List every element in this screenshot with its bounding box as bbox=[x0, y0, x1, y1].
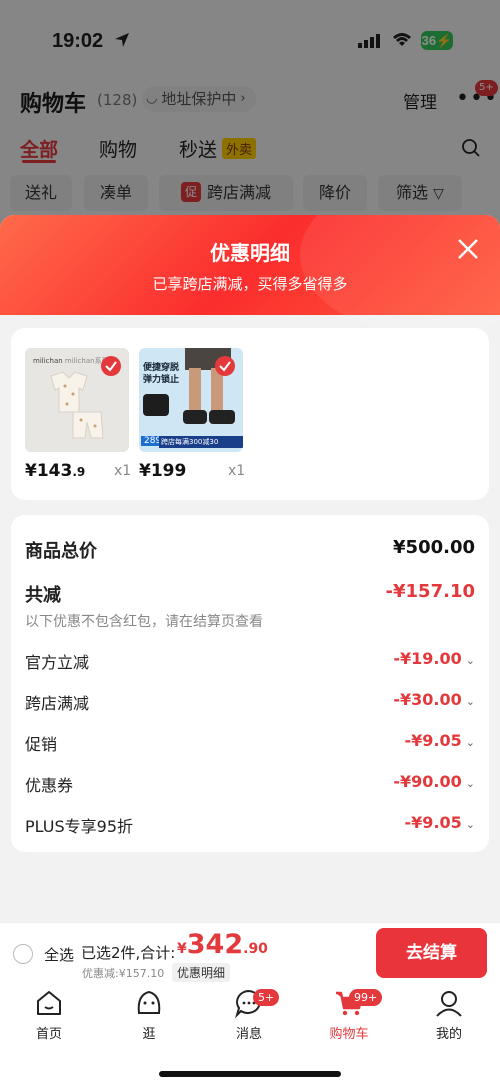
checkout-bar: 全选 已选2件,合计: ¥342.90 优惠减:¥157.10 优惠明细 去结算 bbox=[0, 922, 500, 982]
tab-label: 我的 bbox=[435, 1027, 462, 1042]
discount-value: -¥90.00 bbox=[393, 772, 462, 791]
selected-check-icon[interactable] bbox=[101, 356, 121, 376]
sheet-title: 优惠明细 bbox=[210, 241, 290, 265]
price-summary-card: 商品总价 ¥500.00 共减 -¥157.10 以下优惠不包含红包，请在结算页… bbox=[11, 515, 489, 852]
tab-profile[interactable]: 我的 bbox=[419, 987, 479, 1047]
selected-check-icon[interactable] bbox=[215, 356, 235, 376]
product-qty-1: x1 bbox=[114, 463, 132, 479]
chevron-down-icon: ⌄ bbox=[465, 736, 475, 749]
selected-count-label: 已选2件,合计: bbox=[81, 944, 176, 962]
discount-row-coupon[interactable]: 优惠券 -¥90.00 ⌄ bbox=[25, 772, 475, 796]
discount-label: 官方立减 bbox=[25, 653, 90, 672]
checkout-button[interactable]: 去结算 bbox=[376, 928, 487, 978]
discount-note: 以下优惠不包含红包，请在结算页查看 bbox=[25, 614, 263, 630]
product-text-1: 便捷穿脱 弹力锁止 bbox=[143, 363, 180, 385]
tab-label: 消息 bbox=[235, 1027, 262, 1042]
pajama-set-illustration bbox=[50, 371, 104, 439]
product-image-2[interactable]: 便捷穿脱 弹力锁止 289 跨店每满300减30 bbox=[139, 348, 243, 452]
discount-label: 促销 bbox=[25, 735, 58, 754]
product-image-1[interactable]: milichan milichan系列 bbox=[25, 348, 129, 452]
discount-value: -¥9.05 bbox=[404, 731, 462, 750]
total-price: ¥342.90 bbox=[177, 929, 268, 960]
chevron-down-icon: ⌄ bbox=[465, 695, 475, 708]
face-icon bbox=[137, 990, 161, 1014]
sheet-header: 优惠明细 已享跨店满减，买得多省得多 bbox=[0, 215, 500, 335]
reduce-label: 共减 bbox=[25, 585, 61, 606]
discount-value: -¥9.05 bbox=[404, 813, 462, 832]
product-brand: milichan milichan系列 bbox=[33, 357, 109, 365]
discount-row-cross-store[interactable]: 跨店满减 -¥30.00 ⌄ bbox=[25, 690, 475, 714]
cart-badge: 99+ bbox=[349, 989, 383, 1006]
select-all-radio[interactable] bbox=[13, 944, 33, 964]
chevron-down-icon: ⌄ bbox=[465, 777, 475, 790]
dim-overlay[interactable] bbox=[0, 0, 500, 230]
tab-home[interactable]: 首页 bbox=[19, 987, 79, 1047]
product-price-2: ¥199 bbox=[139, 461, 187, 481]
discount-value: -¥19.00 bbox=[393, 649, 462, 668]
discount-detail-button[interactable]: 优惠明细 bbox=[172, 963, 231, 982]
chevron-down-icon: ⌄ bbox=[465, 818, 475, 831]
discount-label: 优惠券 bbox=[25, 776, 74, 795]
summary-total-row: 商品总价 ¥500.00 bbox=[25, 537, 475, 562]
tab-messages[interactable]: 消息 5+ bbox=[219, 987, 280, 1047]
discount-value: -¥30.00 bbox=[393, 690, 462, 709]
home-icon bbox=[37, 991, 61, 1015]
total-label: 商品总价 bbox=[25, 541, 97, 562]
summary-reduce-row: 共减 -¥157.10 bbox=[25, 581, 475, 606]
tab-browse[interactable]: 逛 bbox=[119, 987, 179, 1047]
discount-amount: 优惠减:¥157.10 bbox=[82, 967, 165, 980]
product-qty-2: x1 bbox=[228, 463, 246, 479]
product-card: milichan milichan系列 ¥143.9 x1 便捷穿脱 弹力锁止 2… bbox=[11, 328, 489, 500]
product-price-1: ¥143.9 bbox=[25, 461, 86, 481]
user-icon bbox=[436, 991, 462, 1017]
close-icon[interactable] bbox=[456, 237, 480, 261]
discount-row-official[interactable]: 官方立减 -¥19.00 ⌄ bbox=[25, 649, 475, 673]
discount-row-promotion[interactable]: 促销 -¥9.05 ⌄ bbox=[25, 731, 475, 755]
sheet-subtitle: 已享跨店满减，买得多省得多 bbox=[152, 275, 348, 293]
tab-label: 逛 bbox=[142, 1027, 156, 1042]
tab-label: 首页 bbox=[35, 1027, 62, 1042]
message-badge: 5+ bbox=[253, 989, 280, 1006]
chevron-down-icon: ⌄ bbox=[465, 654, 475, 667]
discount-label: 跨店满减 bbox=[25, 694, 90, 713]
tab-label: 购物车 bbox=[329, 1027, 369, 1042]
total-value: ¥500.00 bbox=[393, 537, 475, 558]
sandal-thumb bbox=[143, 394, 169, 416]
select-all-label[interactable]: 全选 bbox=[44, 944, 74, 965]
home-indicator[interactable] bbox=[159, 1071, 341, 1077]
product-promo-strip: 跨店每满300减30 bbox=[159, 436, 243, 448]
reduce-value: -¥157.10 bbox=[385, 581, 475, 602]
discount-row-plus[interactable]: PLUS专享95折 -¥9.05 ⌄ bbox=[25, 813, 475, 837]
tab-cart[interactable]: 购物车 99+ bbox=[319, 987, 383, 1047]
discount-label: PLUS专享95折 bbox=[25, 817, 133, 836]
